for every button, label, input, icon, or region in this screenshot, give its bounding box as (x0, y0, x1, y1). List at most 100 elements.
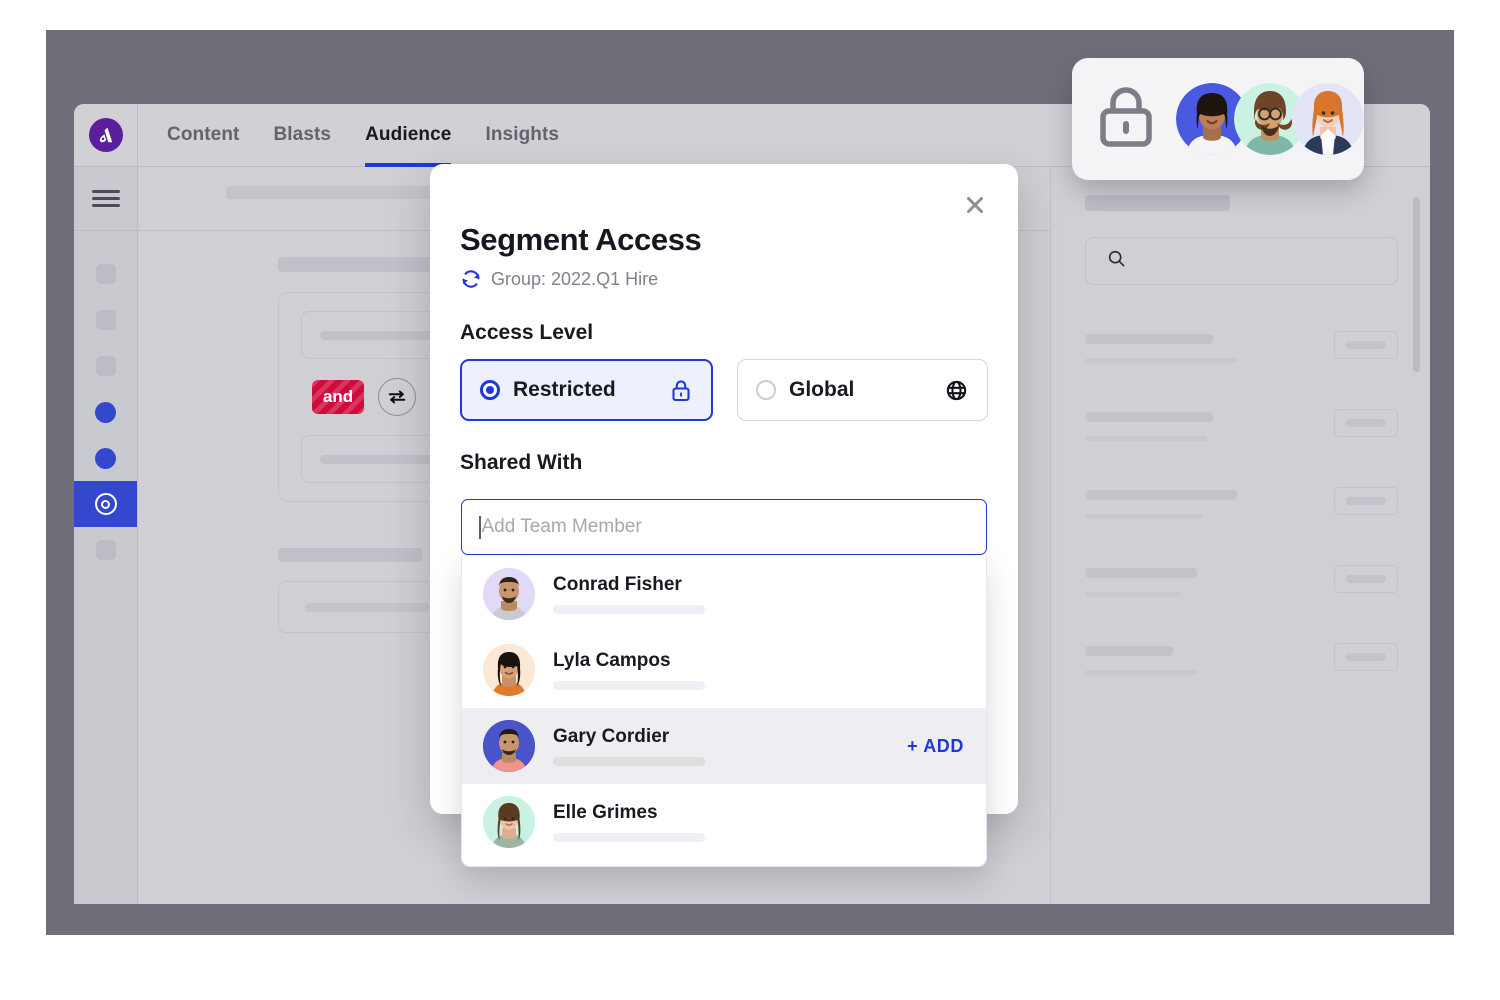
list-item-text: Elle Grimes (553, 802, 964, 842)
add-member-button[interactable]: + ADD (907, 736, 964, 757)
secondary-placeholder (305, 602, 430, 612)
row-sub-placeholder (1085, 436, 1207, 441)
list-item[interactable]: Gary Cordier + ADD (462, 708, 986, 784)
add-team-member-placeholder: Add Team Member (481, 516, 642, 537)
member-sub-placeholder (553, 757, 705, 766)
radio-restricted[interactable] (480, 380, 500, 400)
list-item[interactable]: Lyla Campos (462, 632, 986, 708)
placeholder-icon (95, 264, 116, 284)
menu-toggle[interactable] (74, 167, 137, 231)
list-item[interactable] (1085, 331, 1398, 363)
nav-tabs: Content Blasts Audience Insights (138, 104, 559, 167)
placeholder-icon (95, 310, 116, 330)
row-title-placeholder (1085, 490, 1237, 500)
access-option-restricted[interactable]: Restricted (460, 359, 713, 421)
access-badge-card (1072, 58, 1364, 180)
team-member-dropdown: Conrad Fisher Lyla Campos Gary Cordier +… (461, 556, 987, 867)
list-item-text: Gary Cordier (553, 726, 907, 766)
conjunction-chip[interactable]: and (312, 380, 364, 414)
shared-with-heading: Shared With (460, 451, 583, 474)
row-button-label-placeholder (1346, 653, 1386, 661)
row-button-label-placeholder (1346, 497, 1386, 505)
ascent-logo-icon[interactable] (88, 118, 123, 152)
modal-body: Segment Access Group: 2022.Q1 Hire Acces… (430, 164, 1018, 475)
row-button-label-placeholder (1346, 419, 1386, 427)
list-item[interactable]: Elle Grimes (462, 784, 986, 860)
list-item[interactable] (1085, 487, 1398, 519)
row-button[interactable] (1334, 643, 1398, 671)
member-sub-placeholder (553, 681, 705, 690)
tab-audience[interactable]: Audience (365, 104, 452, 167)
logo-cell (74, 104, 138, 167)
row-text (1085, 487, 1237, 519)
row-sub-placeholder (1085, 670, 1197, 675)
rail-item-3[interactable] (74, 343, 137, 389)
left-rail (74, 167, 138, 904)
list-item-text: Conrad Fisher (553, 574, 964, 614)
radio-global[interactable] (756, 380, 776, 400)
add-team-member-input[interactable]: Add Team Member (461, 499, 987, 555)
dot-icon (95, 401, 116, 423)
right-panel (1050, 167, 1430, 904)
list-item[interactable]: Conrad Fisher (462, 556, 986, 632)
page-title: Segment Access (460, 222, 702, 257)
row-button[interactable] (1334, 331, 1398, 359)
row-text (1085, 331, 1237, 363)
access-level-options: Restricted Global (460, 359, 988, 421)
avatar (483, 568, 535, 620)
header-placeholder (226, 186, 448, 199)
rail-item-1[interactable] (74, 251, 137, 297)
list-item-text: Lyla Campos (553, 650, 964, 690)
placeholder-icon (95, 540, 116, 560)
avatar (1292, 83, 1364, 155)
row-text (1085, 409, 1213, 441)
rail-item-audience-active[interactable] (74, 481, 137, 527)
list-item[interactable] (1085, 565, 1398, 597)
rail-item-2[interactable] (74, 297, 137, 343)
rail-item-7[interactable] (74, 527, 137, 573)
avatar (483, 720, 535, 772)
swap-icon[interactable] (378, 378, 416, 416)
tab-blasts[interactable]: Blasts (273, 104, 331, 167)
target-icon (94, 493, 117, 515)
group-label: Group: 2022.Q1 Hire (491, 268, 659, 289)
search-icon (1106, 248, 1127, 274)
access-option-restricted-label: Restricted (513, 378, 616, 401)
list-item[interactable] (1085, 643, 1398, 675)
row-text (1085, 565, 1197, 597)
search-input[interactable] (1085, 237, 1398, 285)
row-sub-placeholder (1085, 358, 1237, 363)
row-button[interactable] (1334, 487, 1398, 515)
row-button[interactable] (1334, 409, 1398, 437)
close-icon[interactable] (958, 188, 992, 222)
row-title-placeholder (1085, 334, 1213, 344)
tab-insights[interactable]: Insights (485, 104, 559, 167)
row-title-placeholder (1085, 568, 1197, 578)
list-item[interactable] (1085, 409, 1398, 441)
rail-item-5[interactable] (74, 435, 137, 481)
tab-content[interactable]: Content (167, 104, 239, 167)
globe-icon (944, 378, 969, 403)
row-title-placeholder (1085, 412, 1213, 422)
row-button[interactable] (1334, 565, 1398, 593)
lock-icon (669, 378, 693, 403)
section-label-2-placeholder (278, 548, 422, 562)
member-name: Gary Cordier (553, 726, 670, 747)
member-name: Lyla Campos (553, 650, 671, 671)
rail-items (74, 231, 137, 573)
row-button-label-placeholder (1346, 341, 1386, 349)
scrollbar-thumb[interactable] (1413, 197, 1420, 372)
member-sub-placeholder (553, 605, 705, 614)
dot-icon (95, 447, 116, 469)
access-option-global[interactable]: Global (737, 359, 988, 421)
row-title-placeholder (1085, 646, 1173, 656)
rail-item-4[interactable] (74, 389, 137, 435)
member-name: Elle Grimes (553, 802, 658, 823)
avatar (483, 644, 535, 696)
avatar (483, 796, 535, 848)
access-option-global-label: Global (789, 378, 855, 401)
refresh-icon[interactable] (460, 268, 482, 290)
row-sub-placeholder (1085, 514, 1203, 519)
row-button-label-placeholder (1346, 575, 1386, 583)
row-sub-placeholder (1085, 592, 1181, 597)
